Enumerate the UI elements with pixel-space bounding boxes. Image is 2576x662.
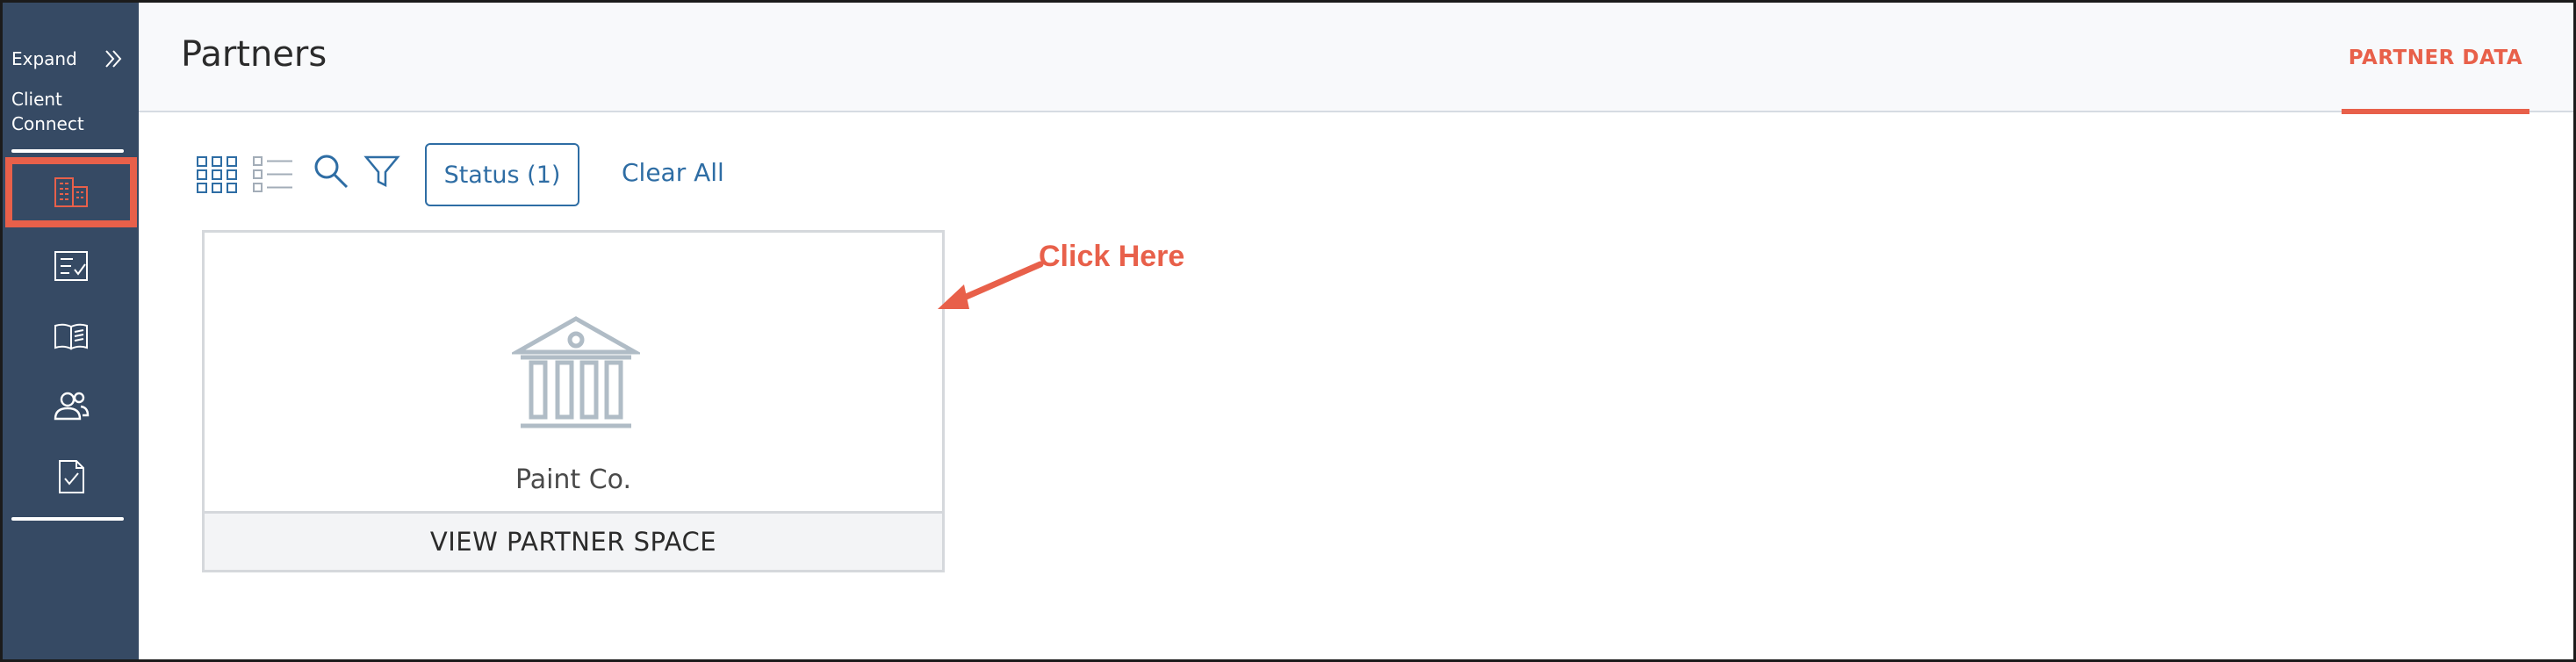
users-icon	[54, 392, 90, 421]
sidebar-item-tasks[interactable]	[5, 231, 137, 301]
checklist-icon	[54, 251, 88, 281]
institution-icon	[512, 316, 640, 428]
view-partner-space-button[interactable]: VIEW PARTNER SPACE	[205, 511, 942, 570]
sidebar: Expand Client Connect	[3, 3, 139, 659]
annotation-arrow-icon	[938, 261, 1044, 309]
sidebar-item-documents[interactable]	[5, 442, 137, 512]
search-icon[interactable]	[311, 151, 351, 191]
expand-toggle[interactable]: Expand	[11, 43, 126, 75]
sidebar-item-contacts[interactable]	[5, 371, 137, 442]
annotation-label: Click Here	[1039, 240, 1185, 273]
double-chevron-right-icon	[105, 50, 122, 68]
partner-card[interactable]: Paint Co. VIEW PARTNER SPACE	[202, 230, 945, 572]
page-header: Partners PARTNER DATA	[139, 3, 2573, 114]
app-name: Client Connect	[11, 89, 84, 134]
page-title: Partners	[181, 34, 327, 75]
building-icon	[54, 177, 88, 207]
status-filter-button[interactable]: Status (1)	[425, 143, 579, 206]
sidebar-divider	[11, 149, 124, 153]
filter-icon[interactable]	[362, 151, 402, 191]
expand-label: Expand	[11, 48, 77, 69]
list-view-icon[interactable]	[251, 153, 295, 197]
sidebar-item-library[interactable]	[5, 301, 137, 371]
sidebar-divider	[11, 517, 124, 521]
tab-label: PARTNER DATA	[2348, 46, 2523, 69]
partner-name: Paint Co.	[514, 464, 632, 495]
document-check-icon	[59, 460, 84, 493]
grid-view-icon[interactable]	[195, 153, 239, 197]
book-icon	[54, 323, 88, 350]
tab-partner-data[interactable]: PARTNER DATA	[2342, 3, 2529, 114]
active-tab-indicator	[2342, 109, 2529, 114]
clear-all-link[interactable]: Clear All	[622, 158, 724, 187]
sidebar-item-partners[interactable]	[5, 157, 137, 227]
